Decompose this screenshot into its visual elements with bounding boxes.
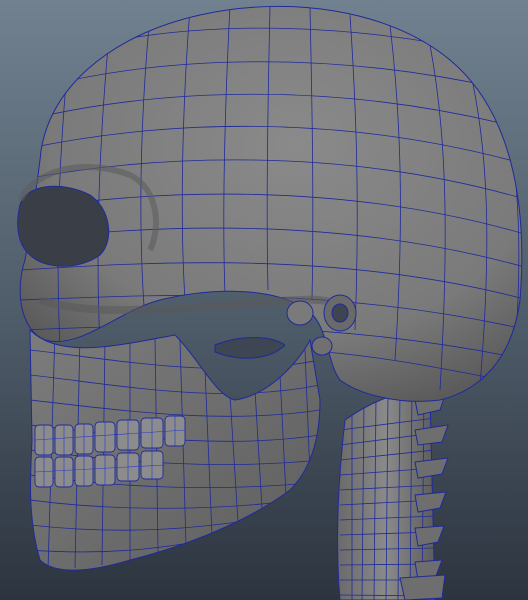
viewport-canvas[interactable] (0, 0, 528, 600)
eye-socket (17, 185, 110, 267)
maya-viewport-panel[interactable] (0, 0, 528, 600)
